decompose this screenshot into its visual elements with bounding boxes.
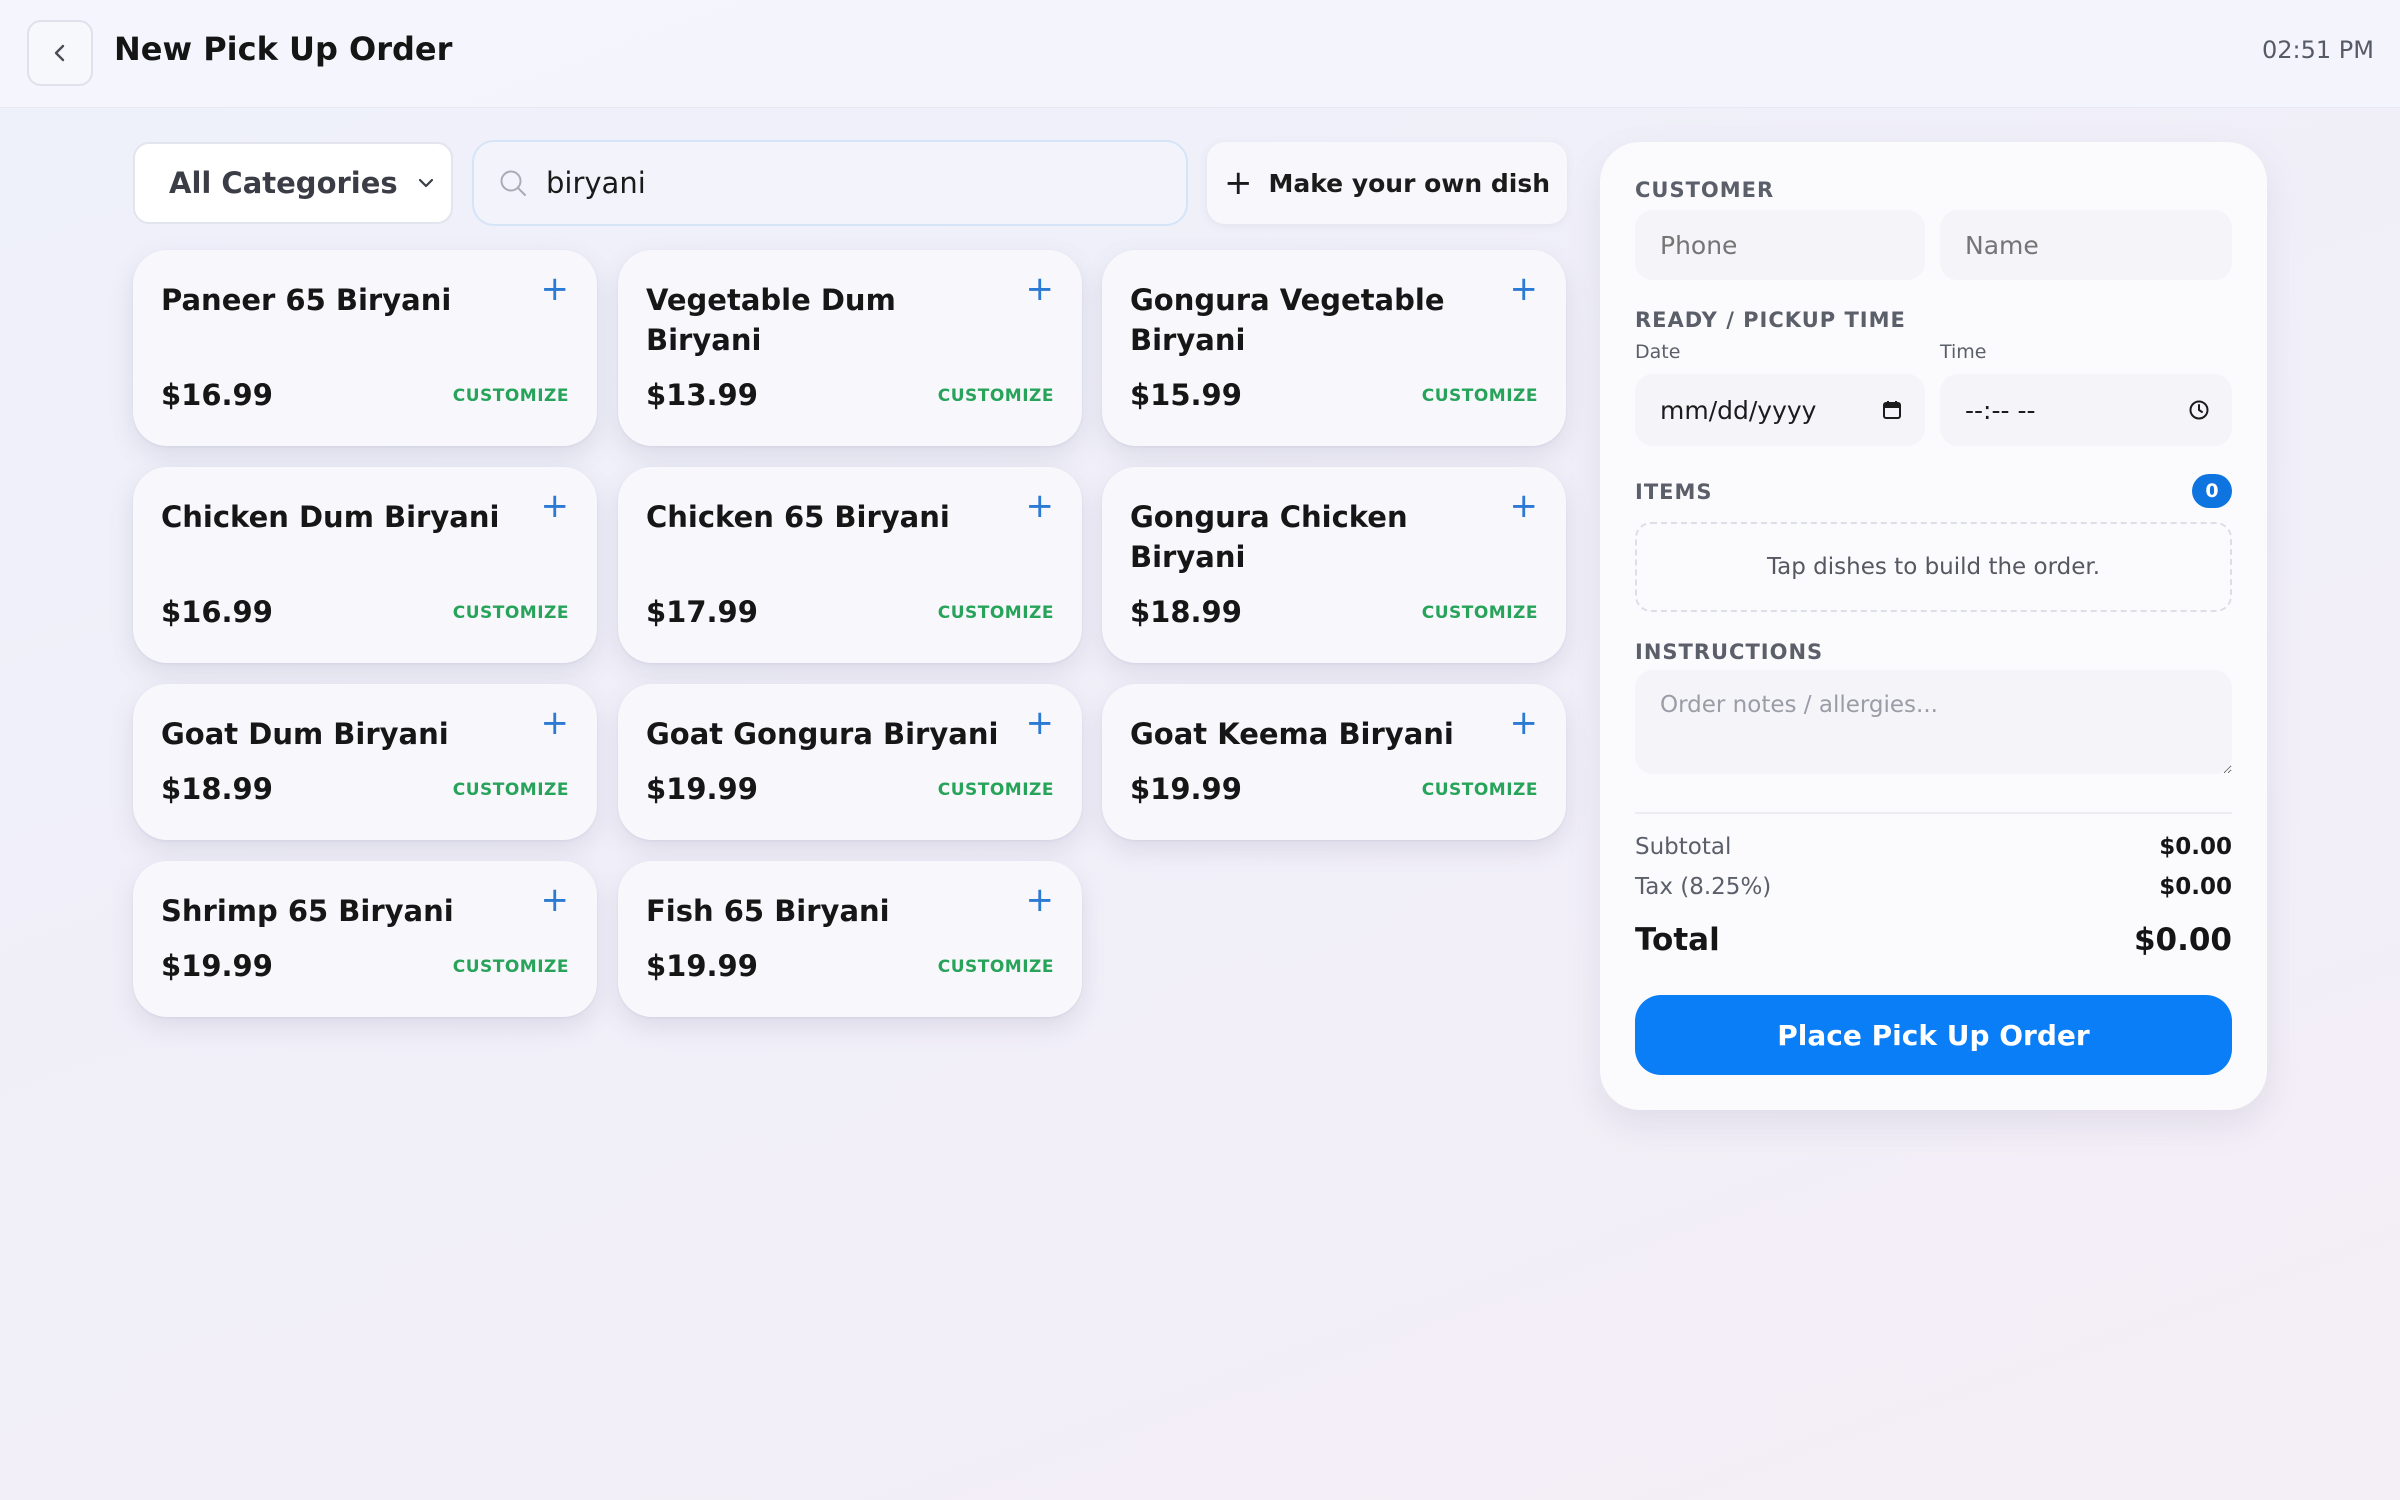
date-value: mm/dd/yyyy xyxy=(1660,395,1817,425)
chevron-down-icon xyxy=(418,178,433,188)
dish-price: $19.99 xyxy=(646,772,758,806)
customize-link[interactable]: CUSTOMIZE xyxy=(453,603,569,623)
dish-name: Goat Gongura Biryani xyxy=(646,717,999,751)
customize-link[interactable]: CUSTOMIZE xyxy=(453,780,569,800)
dish-name: Goat Keema Biryani xyxy=(1130,717,1454,751)
dish-card[interactable]: Paneer 65 Biryani + $16.99 CUSTOMIZE xyxy=(133,250,597,446)
dish-card[interactable]: Fish 65 Biryani + $19.99 CUSTOMIZE xyxy=(618,861,1082,1017)
add-icon[interactable]: + xyxy=(541,489,570,523)
dish-card[interactable]: Goat Keema Biryani + $19.99 CUSTOMIZE xyxy=(1102,684,1566,840)
add-icon[interactable]: + xyxy=(1026,272,1055,306)
dish-card[interactable]: Chicken Dum Biryani + $16.99 CUSTOMIZE xyxy=(133,467,597,663)
order-panel: CUSTOMER READY / PICKUP TIME Date Time m… xyxy=(1600,142,2267,1110)
add-icon[interactable]: + xyxy=(1026,883,1055,917)
add-icon[interactable]: + xyxy=(541,272,570,306)
dish-name: Paneer 65 Biryani xyxy=(161,283,452,317)
plus-icon: + xyxy=(1223,163,1253,203)
category-value: All Categories xyxy=(169,166,398,200)
customize-link[interactable]: CUSTOMIZE xyxy=(938,386,1054,406)
subtotal-value: $0.00 xyxy=(2159,834,2232,860)
dish-card[interactable]: Shrimp 65 Biryani + $19.99 CUSTOMIZE xyxy=(133,861,597,1017)
make-own-dish-label: Make your own dish xyxy=(1268,168,1551,198)
dish-price: $18.99 xyxy=(161,772,273,806)
dish-card[interactable]: Goat Dum Biryani + $18.99 CUSTOMIZE xyxy=(133,684,597,840)
dish-name: Gongura Chicken Biryani xyxy=(1130,500,1408,574)
dish-card[interactable]: Vegetable Dum Biryani + $13.99 CUSTOMIZE xyxy=(618,250,1082,446)
time-input[interactable]: --:-- -- xyxy=(1940,374,2232,446)
chevron-left-icon xyxy=(54,44,65,62)
dish-name: Vegetable Dum Biryani xyxy=(646,283,896,357)
items-empty-state: Tap dishes to build the order. xyxy=(1635,522,2232,612)
name-input[interactable] xyxy=(1940,210,2232,280)
divider xyxy=(1635,812,2232,814)
dish-name: Gongura Vegetable Biryani xyxy=(1130,283,1445,357)
clock-icon xyxy=(2189,400,2209,420)
dish-card[interactable]: Goat Gongura Biryani + $19.99 CUSTOMIZE xyxy=(618,684,1082,840)
dish-card[interactable]: Gongura Chicken Biryani + $18.99 CUSTOMI… xyxy=(1102,467,1566,663)
dish-price: $18.99 xyxy=(1130,595,1242,629)
dish-price: $19.99 xyxy=(1130,772,1242,806)
customize-link[interactable]: CUSTOMIZE xyxy=(1422,386,1538,406)
total-label: Total xyxy=(1635,922,1720,958)
items-empty-text: Tap dishes to build the order. xyxy=(1766,554,2101,580)
back-button[interactable] xyxy=(27,20,93,86)
instructions-label: INSTRUCTIONS xyxy=(1635,640,1824,664)
add-icon[interactable]: + xyxy=(1510,272,1539,306)
subtotal-label: Subtotal xyxy=(1635,834,1732,860)
top-bar: New Pick Up Order 02:51 PM xyxy=(0,0,2400,108)
dish-price: $19.99 xyxy=(161,949,273,983)
dish-name: Goat Dum Biryani xyxy=(161,717,449,751)
subtotal-row: Subtotal $0.00 xyxy=(1635,834,2232,860)
total-row: Total $0.00 xyxy=(1635,922,2232,958)
tax-value: $0.00 xyxy=(2159,874,2232,900)
customize-link[interactable]: CUSTOMIZE xyxy=(938,780,1054,800)
tax-row: Tax (8.25%) $0.00 xyxy=(1635,874,2232,900)
customize-link[interactable]: CUSTOMIZE xyxy=(938,957,1054,977)
customize-link[interactable]: CUSTOMIZE xyxy=(453,957,569,977)
place-order-button[interactable]: Place Pick Up Order xyxy=(1635,995,2232,1075)
total-value: $0.00 xyxy=(2133,922,2232,958)
add-icon[interactable]: + xyxy=(1026,489,1055,523)
add-icon[interactable]: + xyxy=(1026,706,1055,740)
search-bar[interactable] xyxy=(472,140,1188,226)
search-icon xyxy=(500,170,526,196)
phone-input[interactable] xyxy=(1635,210,1925,280)
add-icon[interactable]: + xyxy=(1510,706,1539,740)
pickup-time-label: READY / PICKUP TIME xyxy=(1635,308,1906,332)
make-own-dish-button[interactable]: + Make your own dish xyxy=(1207,142,1567,224)
tax-label: Tax (8.25%) xyxy=(1635,874,1772,900)
add-icon[interactable]: + xyxy=(541,883,570,917)
customize-link[interactable]: CUSTOMIZE xyxy=(1422,780,1538,800)
page-title: New Pick Up Order xyxy=(114,30,453,68)
category-dropdown[interactable]: All Categories xyxy=(133,142,453,224)
date-label: Date xyxy=(1635,341,1681,363)
clock-time: 02:51 PM xyxy=(2262,36,2374,64)
search-input[interactable] xyxy=(546,166,1146,200)
customize-link[interactable]: CUSTOMIZE xyxy=(938,603,1054,623)
add-icon[interactable]: + xyxy=(541,706,570,740)
order-notes-textarea[interactable] xyxy=(1635,670,2232,774)
items-label: ITEMS xyxy=(1635,480,1713,504)
add-icon[interactable]: + xyxy=(1510,489,1539,523)
dish-card[interactable]: Gongura Vegetable Biryani + $15.99 CUSTO… xyxy=(1102,250,1566,446)
items-count-badge: 0 xyxy=(2192,474,2232,508)
calendar-icon xyxy=(1883,401,1901,419)
customize-link[interactable]: CUSTOMIZE xyxy=(1422,603,1538,623)
dish-price: $16.99 xyxy=(161,595,273,629)
time-value: --:-- -- xyxy=(1965,395,2036,425)
dish-card[interactable]: Chicken 65 Biryani + $17.99 CUSTOMIZE xyxy=(618,467,1082,663)
date-input[interactable]: mm/dd/yyyy xyxy=(1635,374,1925,446)
customize-link[interactable]: CUSTOMIZE xyxy=(453,386,569,406)
dish-price: $15.99 xyxy=(1130,378,1242,412)
dish-price: $17.99 xyxy=(646,595,758,629)
dish-price: $13.99 xyxy=(646,378,758,412)
dish-name: Chicken 65 Biryani xyxy=(646,500,950,534)
dish-name: Shrimp 65 Biryani xyxy=(161,894,454,928)
customer-label: CUSTOMER xyxy=(1635,178,1775,202)
dish-name: Fish 65 Biryani xyxy=(646,894,890,928)
dish-price: $16.99 xyxy=(161,378,273,412)
dish-name: Chicken Dum Biryani xyxy=(161,500,500,534)
time-label: Time xyxy=(1940,341,1987,363)
dish-price: $19.99 xyxy=(646,949,758,983)
